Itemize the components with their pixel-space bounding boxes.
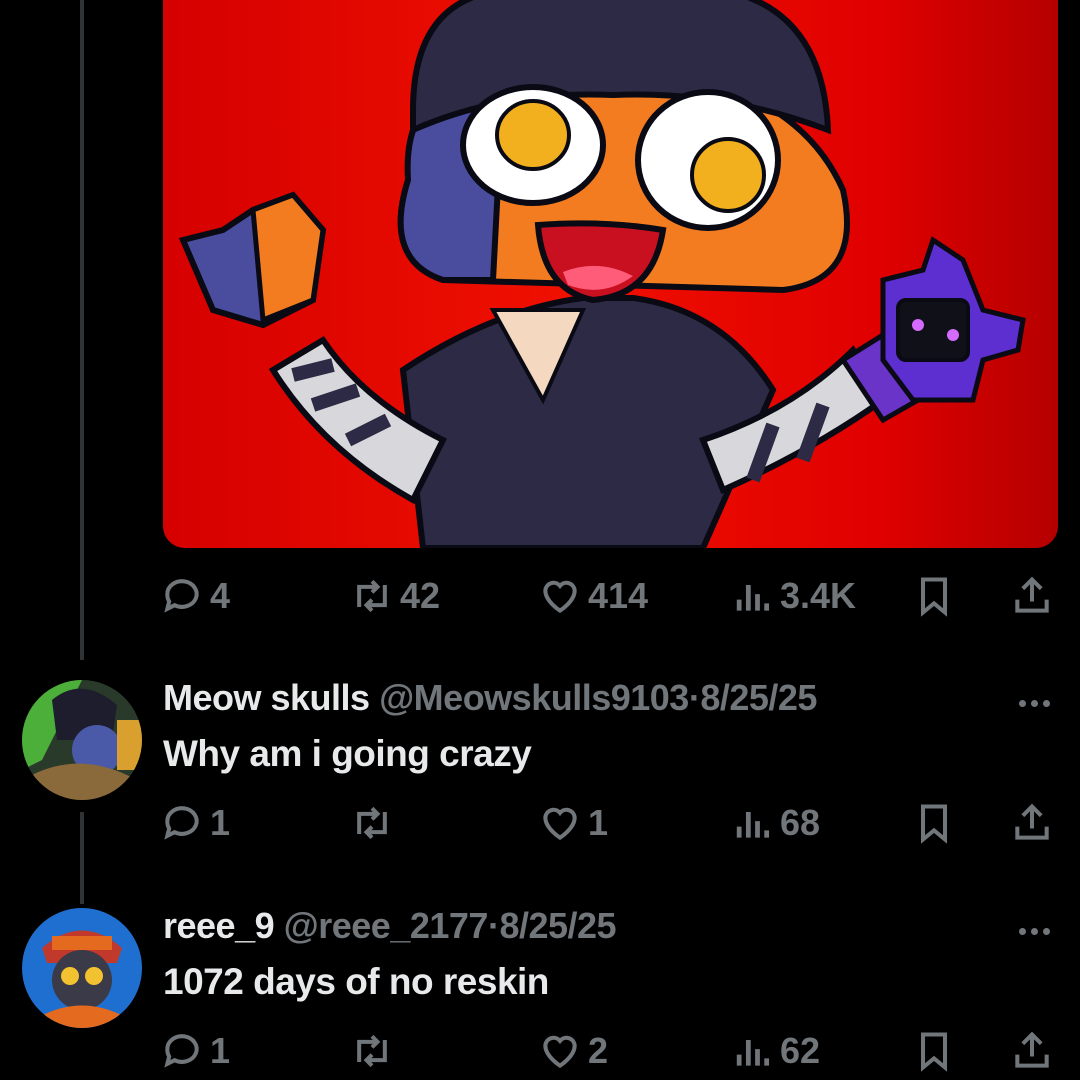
display-name[interactable]: reee_9 — [163, 905, 275, 946]
like-button[interactable]: 414 — [538, 568, 648, 624]
heart-icon — [543, 807, 577, 841]
like-count: 2 — [588, 1030, 609, 1071]
bar-chart-icon — [736, 1040, 770, 1066]
share-upload-icon — [1015, 1031, 1049, 1068]
avatar[interactable] — [22, 680, 142, 800]
reply-action-bar: 1 2 62 — [160, 1023, 1060, 1079]
reply-button[interactable]: 1 — [160, 1023, 230, 1079]
repost-arrows-icon — [357, 806, 387, 840]
ellipsis-icon — [1018, 699, 1026, 707]
user-handle[interactable]: @Meowskulls9103 — [379, 677, 689, 718]
bookmark-button[interactable] — [912, 1023, 956, 1079]
avatar-image — [22, 680, 142, 800]
view-count: 3.4K — [780, 575, 857, 616]
share-upload-icon — [1015, 576, 1049, 613]
reply-header: reee_9 @reee_2177·8/25/25 — [163, 905, 617, 947]
share-button[interactable] — [1010, 1023, 1054, 1079]
repost-arrows-icon — [357, 1034, 387, 1068]
share-button[interactable] — [1010, 795, 1054, 851]
speech-bubble-icon — [164, 806, 199, 840]
ellipsis-dot — [1042, 699, 1050, 707]
like-count: 1 — [588, 802, 609, 843]
ellipsis-icon — [1018, 927, 1026, 935]
repost-button[interactable]: 42 — [350, 568, 440, 624]
view-count: 68 — [780, 802, 821, 843]
reply-text: 1072 days of no reskin — [163, 961, 549, 1002]
post-action-bar: 4 42 414 3.4K — [160, 568, 1060, 624]
like-button[interactable]: 1 — [538, 795, 608, 851]
reply-count: 1 — [210, 1030, 231, 1071]
reply-count: 4 — [210, 575, 231, 616]
speech-bubble-icon — [164, 579, 199, 613]
repost-count: 42 — [400, 575, 441, 616]
repost-arrows-icon — [357, 579, 387, 613]
repost-button[interactable] — [350, 1023, 400, 1079]
heart-icon — [543, 1035, 577, 1069]
bookmark-button[interactable] — [912, 795, 956, 851]
avatar[interactable] — [22, 908, 142, 1028]
like-count: 414 — [588, 575, 649, 616]
like-button[interactable]: 2 — [538, 1023, 608, 1079]
thread-line — [80, 812, 84, 904]
more-options-button[interactable] — [1012, 693, 1056, 713]
bookmark-button[interactable] — [912, 568, 956, 624]
speech-bubble-icon — [164, 1034, 199, 1068]
bookmark-icon — [920, 804, 948, 844]
character-illustration — [178, 0, 1026, 548]
ellipsis-dot — [1042, 927, 1050, 935]
reply-button[interactable]: 4 — [160, 568, 230, 624]
ellipsis-dot — [1030, 699, 1038, 707]
bookmark-icon — [920, 577, 948, 617]
bar-chart-icon — [736, 585, 770, 611]
bookmark-icon — [920, 1032, 948, 1072]
reply-header: Meow skulls @Meowskulls9103·8/25/25 — [163, 677, 817, 719]
reply-text: Why am i going crazy — [163, 733, 532, 774]
repost-button[interactable] — [350, 795, 400, 851]
reply-action-bar: 1 1 68 — [160, 795, 1060, 851]
more-options-button[interactable] — [1012, 921, 1056, 941]
post-date[interactable]: 8/25/25 — [700, 677, 817, 718]
display-name[interactable]: Meow skulls — [163, 677, 370, 718]
thread-line — [80, 0, 84, 660]
views-button[interactable]: 3.4K — [730, 568, 856, 624]
views-button[interactable]: 62 — [730, 1023, 820, 1079]
views-button[interactable]: 68 — [730, 795, 820, 851]
bar-chart-icon — [736, 812, 770, 838]
user-handle[interactable]: @reee_2177 — [284, 905, 489, 946]
reply-button[interactable]: 1 — [160, 795, 230, 851]
separator: · — [688, 677, 701, 718]
post-date[interactable]: 8/25/25 — [499, 905, 616, 946]
view-count: 62 — [780, 1030, 821, 1071]
ellipsis-dot — [1030, 927, 1038, 935]
share-button[interactable] — [1010, 568, 1054, 624]
post-image[interactable] — [163, 0, 1058, 548]
separator: · — [487, 905, 500, 946]
share-upload-icon — [1015, 803, 1049, 840]
heart-icon — [543, 580, 577, 614]
avatar-image — [22, 908, 142, 1028]
reply-count: 1 — [210, 802, 231, 843]
